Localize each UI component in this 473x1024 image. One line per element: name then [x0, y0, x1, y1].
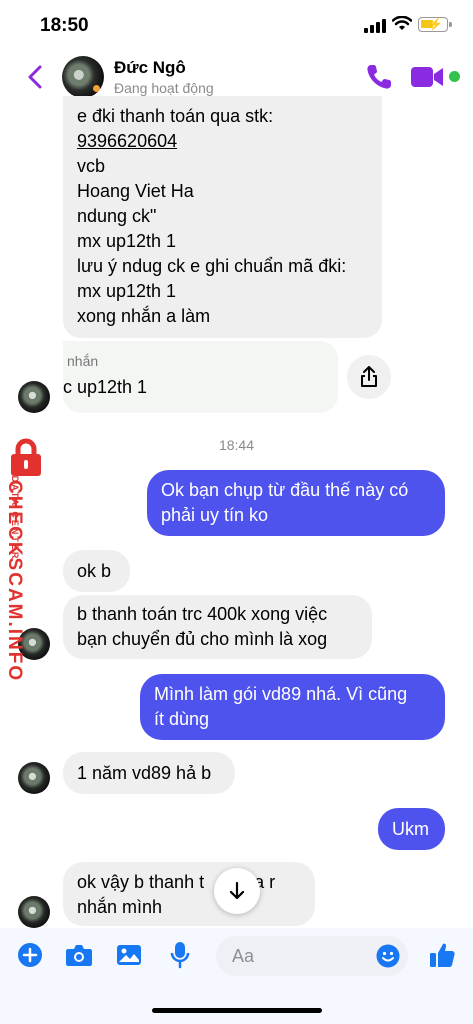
account-number-link[interactable]: 9396620604	[77, 129, 368, 154]
thumbs-up-icon	[430, 943, 455, 967]
share-button[interactable]	[347, 355, 391, 399]
home-indicator	[152, 1008, 322, 1013]
incoming-message[interactable]: ok vậy b thanh t qua r nhắn mình	[63, 862, 315, 926]
message-line: nhắn mình	[77, 897, 163, 917]
message-line: ndung ck"	[77, 206, 157, 226]
online-status-dot	[449, 71, 460, 82]
message-line: mx up12th 1	[77, 231, 177, 251]
watermark: DATA CENTER CHECKSCAM.INFO	[0, 437, 52, 682]
message-line: Ok bạn chụp từ đầu thế này có	[161, 480, 409, 500]
microphone-icon	[170, 942, 190, 969]
incoming-message[interactable]: b thanh toán trc 400k xong việc bạn chuy…	[63, 595, 372, 659]
message-line: 1 năm vd89 hả b	[77, 763, 212, 783]
message-line: mx up12th 1	[77, 281, 177, 301]
message-line: bạn chuyển đủ cho mình là xog	[77, 629, 328, 649]
conversation-header: Đức Ngô Đang hoạt động	[0, 52, 473, 102]
message-line: lưu ý ndug ck e ghi chuẩn mã đki:	[77, 256, 347, 276]
voice-message-button[interactable]	[165, 940, 195, 970]
message-line: e đki thanh toán qua stk:	[77, 106, 274, 126]
scroll-to-bottom-button[interactable]	[214, 868, 260, 914]
incoming-message[interactable]: ok b	[63, 550, 130, 592]
like-button[interactable]	[427, 940, 457, 970]
status-bar: 18:50 ⚡	[0, 0, 473, 52]
plus-circle-icon	[18, 943, 42, 967]
camera-icon	[66, 945, 92, 966]
outgoing-message[interactable]: Ukm	[378, 808, 445, 850]
message-line: Mình làm gói vd89 nhá. Vì cũng	[154, 684, 408, 704]
video-call-button[interactable]	[410, 64, 444, 90]
message-line: phải uy tín ko	[161, 505, 269, 525]
share-icon	[361, 366, 377, 387]
phone-call-button[interactable]	[364, 62, 394, 92]
message-line: ít dùng	[154, 709, 210, 729]
message-input[interactable]	[232, 936, 372, 976]
reply-preview-message[interactable]: nhắn c up12th 1	[63, 341, 338, 413]
emoji-icon[interactable]	[376, 944, 400, 968]
cellular-signal-icon	[364, 19, 386, 33]
camera-button[interactable]	[64, 940, 94, 970]
more-actions-button[interactable]	[15, 940, 45, 970]
message-line: Hoang Viet Ha	[77, 181, 194, 201]
contact-avatar-small[interactable]	[18, 381, 50, 413]
message-line: ok vậy b thanh t qua r	[77, 872, 276, 892]
incoming-message[interactable]: e đki thanh toán qua stk: 9396620604 vcb…	[63, 96, 382, 338]
message-line: vcb	[77, 156, 106, 176]
watermark-brand: CHECKSCAM.INFO	[4, 480, 25, 683]
image-icon	[117, 945, 141, 965]
contact-name[interactable]: Đức Ngô	[114, 58, 186, 78]
outgoing-message[interactable]: Mình làm gói vd89 nhá. Vì cũng ít dùng	[140, 674, 445, 740]
message-line: ok b	[77, 561, 112, 581]
status-time: 18:50	[40, 15, 89, 36]
contact-avatar[interactable]	[62, 56, 104, 98]
back-button[interactable]	[20, 62, 50, 92]
outgoing-message[interactable]: Ok bạn chụp từ đầu thế này có phải uy tí…	[147, 470, 445, 536]
battery-charging-icon: ⚡	[418, 17, 452, 32]
message-line: Ukm	[392, 819, 429, 839]
message-input-container	[216, 936, 408, 976]
message-line: b thanh toán trc 400k xong việc	[77, 604, 328, 624]
contact-avatar-small[interactable]	[18, 762, 50, 794]
wifi-icon	[392, 16, 412, 30]
chevron-left-icon	[28, 65, 42, 89]
incoming-message[interactable]: 1 năm vd89 hả b	[63, 752, 235, 794]
arrow-down-icon	[229, 881, 245, 900]
reply-preview-sender: nhắn	[67, 353, 99, 369]
contact-status: Đang hoạt động	[114, 80, 214, 96]
contact-avatar-small[interactable]	[18, 896, 50, 928]
message-timestamp: 18:44	[218, 437, 255, 453]
message-line: xong nhắn a làm	[77, 306, 211, 326]
reply-preview-text: c up12th 1	[63, 377, 148, 397]
gallery-button[interactable]	[114, 940, 144, 970]
